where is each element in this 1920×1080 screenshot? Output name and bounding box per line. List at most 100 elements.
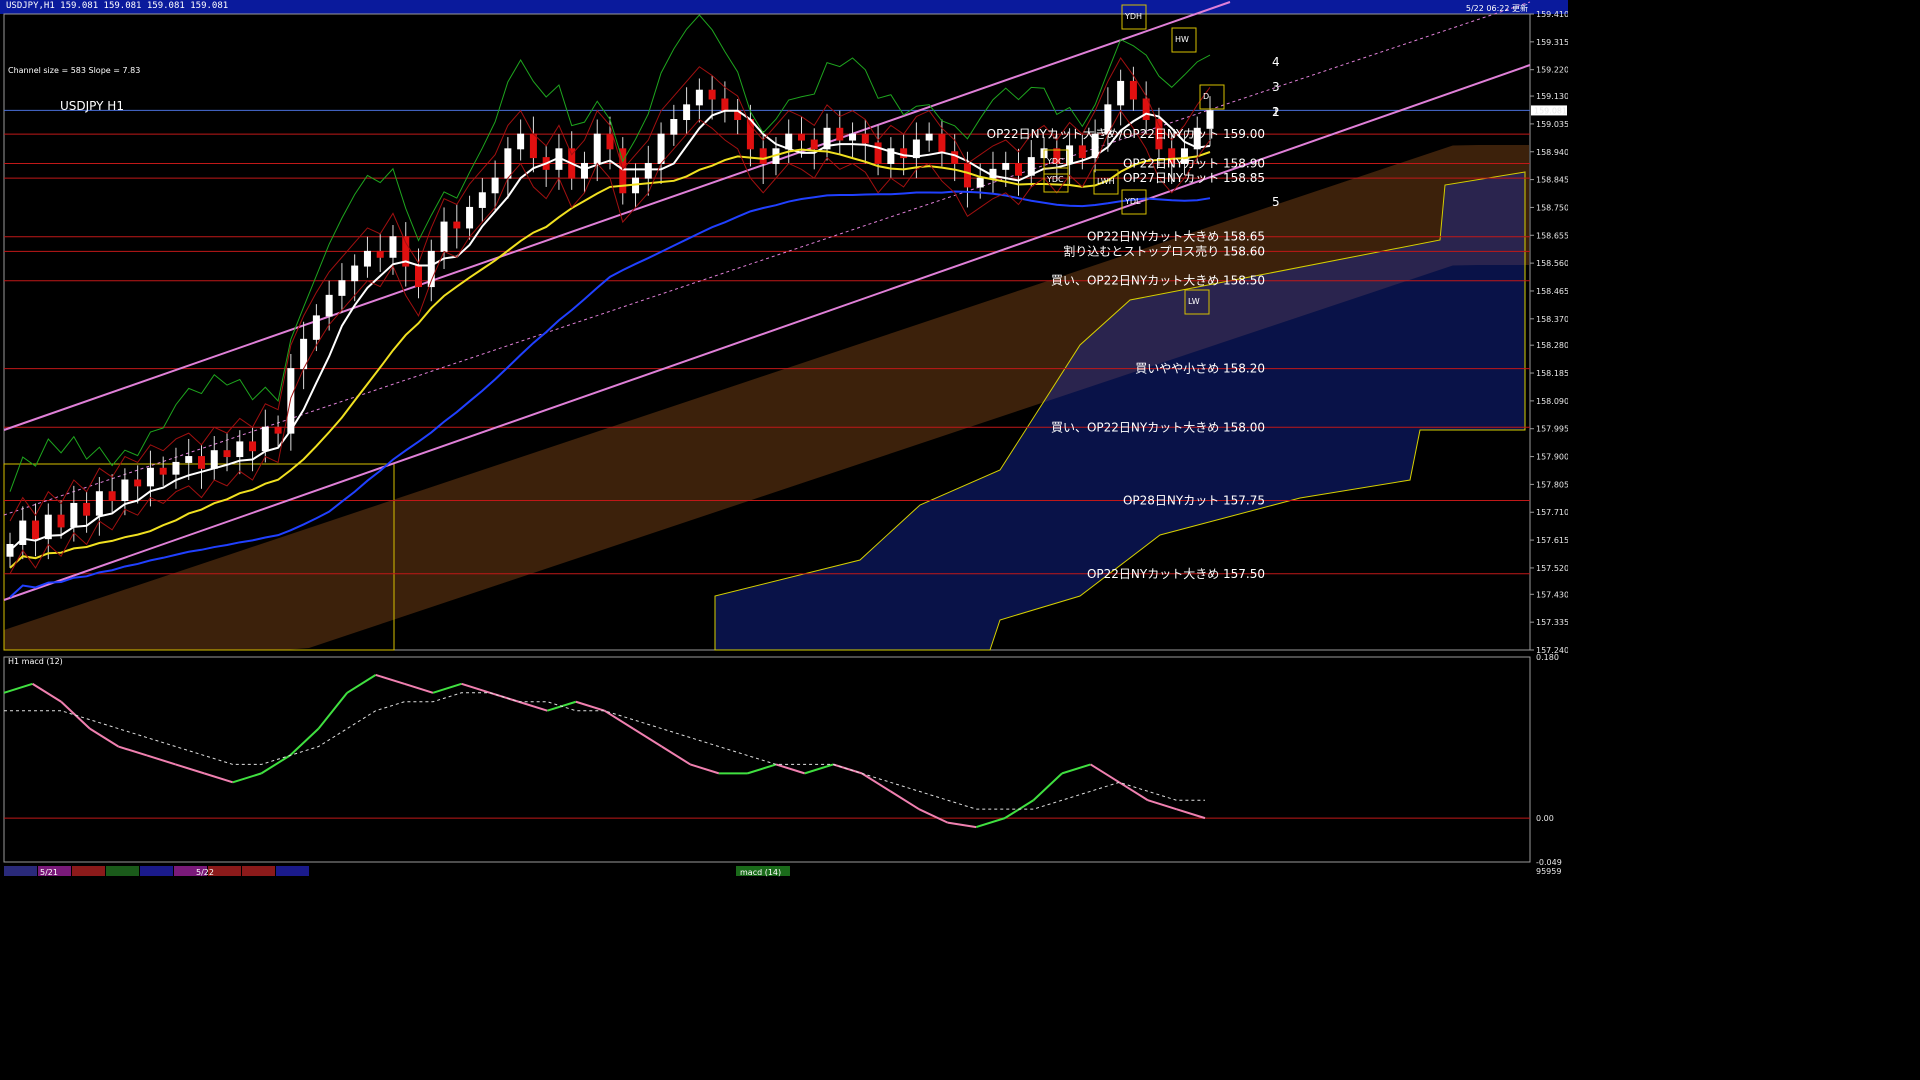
macd-segment (889, 790, 920, 811)
candle-body (580, 162, 588, 179)
candle-body (695, 89, 703, 106)
candle-body (529, 133, 537, 159)
macd-plot-frame (3, 656, 1531, 863)
chart-svg: 159.081 OP22日NYカット大きめ/OP22日NYカット 159.00 OP… (3, 1, 1568, 877)
candle-body (121, 479, 129, 502)
macd-segment (518, 700, 548, 712)
candle-body (312, 315, 320, 340)
macd-segment (432, 682, 462, 694)
bottom-bar-segment (72, 866, 105, 876)
y-tick-label: 158.280 (1536, 341, 1568, 350)
fib-label: 5 (1272, 195, 1280, 209)
y-tick-label: 157.335 (1536, 618, 1568, 627)
macd-segment (575, 700, 605, 712)
candle-body (759, 148, 767, 164)
bottom-date-label: 5/22 (196, 868, 214, 877)
candle-body (861, 133, 869, 144)
candle-body (746, 119, 754, 150)
box-label: YDH (1124, 12, 1142, 21)
price-line-label: 買いやや小さめ 158.20 (1135, 362, 1265, 376)
price-line-label: OP28日NYカット 157.75 (1123, 494, 1265, 508)
macd-segment (632, 727, 663, 748)
candle-body (261, 426, 269, 452)
candle-body (325, 294, 333, 317)
candle-body (797, 133, 805, 141)
macd-segment (346, 674, 377, 694)
candle-body (351, 265, 359, 282)
candle-body (1078, 145, 1086, 159)
candle-body (197, 456, 205, 469)
candle-body (874, 142, 882, 164)
candle-body (976, 177, 984, 188)
chikou-line (9, 14, 1211, 492)
candle-body (1066, 145, 1074, 164)
candle-body (108, 491, 116, 502)
macd-title: H1 macd (12) (8, 657, 63, 666)
candle-body (849, 133, 857, 141)
bottom-bar-segment (4, 866, 37, 876)
fib-label: 2 (1272, 105, 1280, 119)
candle-body (517, 133, 525, 150)
macd-segment (203, 772, 234, 784)
candle-body (159, 467, 167, 475)
candle-body (810, 139, 818, 150)
y-tick-label: 157.520 (1536, 564, 1568, 573)
macd-segment (975, 817, 1006, 829)
candle-body (925, 133, 933, 141)
timestamp-label: 5/22 06:22 更新 (1466, 3, 1528, 13)
candle-body (912, 139, 920, 159)
macd-tick-label: -0.049 (1536, 858, 1562, 867)
candle-body (785, 133, 793, 150)
box-label: YDC (1046, 175, 1064, 184)
candle-body (1015, 162, 1023, 176)
y-tick-label: 158.465 (1536, 287, 1568, 296)
macd-segment (861, 772, 891, 793)
bottom-bar-segment (106, 866, 139, 876)
candle-body (593, 133, 601, 164)
candle-body (683, 104, 691, 121)
y-tick-label: 158.655 (1536, 231, 1568, 240)
candle-body (836, 127, 844, 141)
y-tick-label: 159.410 (1536, 10, 1568, 19)
candle-body (504, 148, 512, 179)
candle-body (338, 280, 346, 296)
y-tick-label: 159.130 (1536, 92, 1568, 101)
candle-body (236, 441, 244, 458)
box-label: YDL (1124, 197, 1141, 206)
fib-label: 3 (1272, 80, 1280, 94)
price-line-label: OP22日NYカット大きめ/OP22日NYカット 159.00 (987, 127, 1265, 141)
macd-tick-label: 0.180 (1536, 653, 1559, 662)
y-tick-label: 157.900 (1536, 453, 1568, 462)
chart-window: USDJPY,H1 159.081 159.081 159.081 159.08… (0, 0, 1920, 1080)
macd-segment (375, 673, 405, 685)
candle-body (466, 206, 474, 229)
macd-segment (3, 682, 33, 694)
macd-segment (1176, 808, 1206, 820)
candle-body (938, 133, 946, 153)
candle-body (1206, 110, 1214, 129)
candle-body (951, 151, 959, 164)
y-tick-label: 157.995 (1536, 425, 1568, 434)
macd-segment (32, 683, 62, 703)
macd-segment (661, 745, 691, 766)
candle-body (32, 520, 40, 540)
y-tick-label: 158.940 (1536, 148, 1568, 157)
candle-body (708, 89, 716, 100)
candle-body (1117, 80, 1125, 106)
candle-body (491, 177, 499, 194)
candle-body (606, 133, 614, 150)
indicator-tab-label: macd (14) (740, 868, 781, 877)
candle-body (223, 450, 231, 458)
channel-info: Channel size = 583 Slope = 7.83 (8, 66, 140, 75)
y-tick-label: 158.845 (1536, 176, 1568, 185)
price-line-label: 買い、OP22日NYカット大きめ 158.00 (1051, 420, 1265, 434)
price-line-label: OP22日NYカット 158.90 (1123, 156, 1265, 170)
candle-body (644, 162, 652, 179)
box-label: D (1203, 92, 1209, 101)
box-label: YDC (1046, 157, 1064, 166)
chart-title: USDJPY H1 (60, 99, 124, 113)
macd-segment (947, 821, 977, 829)
macd-segment (404, 682, 434, 694)
candle-body (95, 491, 103, 516)
candle-body (185, 456, 193, 463)
